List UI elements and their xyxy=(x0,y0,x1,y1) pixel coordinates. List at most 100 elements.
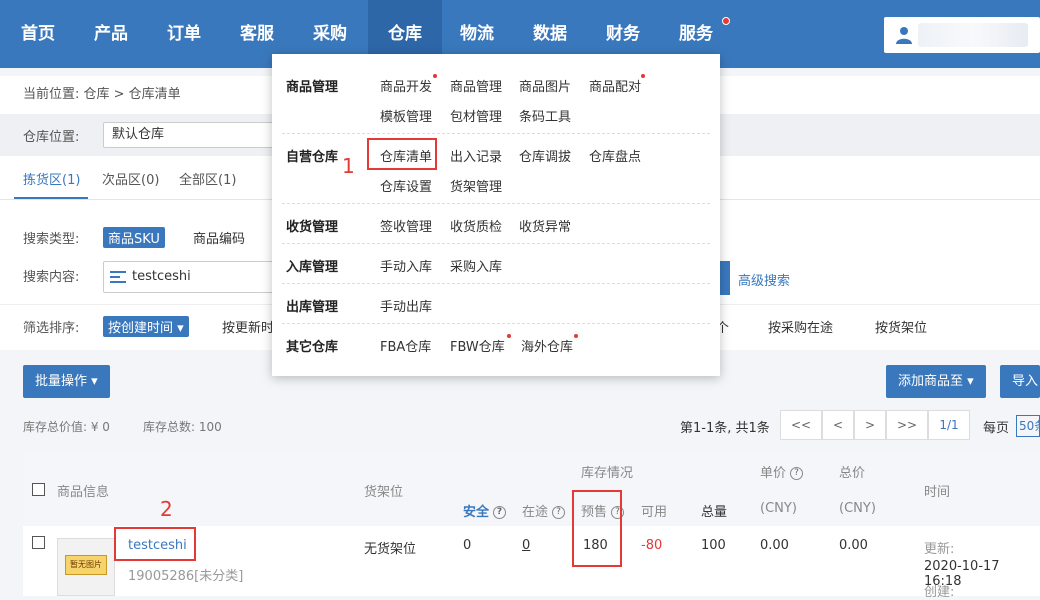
user-icon xyxy=(896,27,912,44)
menu-item-transfer[interactable]: 仓库调拔 xyxy=(519,146,571,165)
per-page-select[interactable]: 50条 xyxy=(1016,415,1040,437)
warehouse-dropdown-menu: 商品管理 商品开发 商品管理 商品图片 商品配对 模板管理 包材管理 条码工具 … xyxy=(272,54,720,376)
sort-by-updated[interactable]: 按更新时 xyxy=(222,317,274,336)
menu-item-manual-outbound[interactable]: 手动出库 xyxy=(380,296,432,315)
nav-home[interactable]: 首页 xyxy=(8,0,68,68)
help-icon[interactable]: ? xyxy=(552,506,566,519)
pager-current[interactable]: 1/1 xyxy=(928,410,970,440)
select-all-checkbox[interactable] xyxy=(32,483,45,496)
menu-item-io-records[interactable]: 出入记录 xyxy=(450,146,502,165)
menu-group-inbound: 入库管理 手动入库 采购入库 xyxy=(282,244,710,284)
menu-item-shelf-manage[interactable]: 货架管理 xyxy=(450,176,502,195)
created-label: 创建: xyxy=(924,585,955,600)
search-type-label: 搜索类型: xyxy=(23,232,80,247)
menu-group-product: 商品管理 商品开发 商品管理 商品图片 商品配对 模板管理 包材管理 条码工具 xyxy=(282,64,710,134)
transit-value[interactable]: 0 xyxy=(522,538,530,553)
search-type-code[interactable]: 商品编码 xyxy=(193,228,245,247)
row-checkbox[interactable] xyxy=(32,536,45,549)
menu-category-outbound: 出库管理 xyxy=(286,300,339,315)
nav-orders[interactable]: 订单 xyxy=(154,0,214,68)
pager-last[interactable]: >> xyxy=(886,410,928,440)
annotation-box-warehouse-list xyxy=(367,138,437,170)
menu-item-barcode-tool[interactable]: 条码工具 xyxy=(519,106,571,125)
menu-item-fbw[interactable]: FBW仓库 xyxy=(450,336,505,355)
menu-item-sign-receipt[interactable]: 签收管理 xyxy=(380,216,432,235)
col-time: 时间 xyxy=(924,485,951,500)
col-total-price: 总价 xyxy=(839,466,866,481)
updated-label: 更新: xyxy=(924,542,955,557)
sort-by-purchase-transit[interactable]: 按采购在途 xyxy=(768,317,833,336)
menu-item-fba[interactable]: FBA仓库 xyxy=(380,336,431,355)
stats-bar: 库存总价值: ¥ 0 库存总数: 100 第1-1条, 共1条 << < > >… xyxy=(0,400,1040,450)
batch-operations-button[interactable]: 批量操作 ▾ xyxy=(23,365,110,398)
menu-group-outbound: 出库管理 手动出库 xyxy=(282,284,710,324)
new-dot xyxy=(433,74,437,78)
menu-category-product: 商品管理 xyxy=(286,80,339,95)
new-dot xyxy=(507,334,511,338)
available-value: -80 xyxy=(641,538,663,553)
no-image-placeholder: 暂无图片 xyxy=(65,555,107,575)
total-value-cell: 100 xyxy=(701,538,726,553)
currency-unit: (CNY) xyxy=(760,501,797,516)
menu-item-manual-inbound[interactable]: 手动入库 xyxy=(380,256,432,275)
product-sku: 19005286[未分类] xyxy=(128,569,244,584)
search-type-sku[interactable]: 商品SKU xyxy=(103,227,165,248)
pager-first[interactable]: << xyxy=(780,410,822,440)
unit-price-label: 单价 xyxy=(760,466,787,481)
total-price-value: 0.00 xyxy=(839,538,868,553)
warehouse-location-label: 仓库位置: xyxy=(23,130,80,145)
help-icon[interactable]: ? xyxy=(493,506,507,519)
tab-all-zones[interactable]: 全部区(1) xyxy=(179,169,236,188)
pager-next[interactable]: > xyxy=(854,410,886,440)
total-count: 库存总数: 100 xyxy=(143,420,222,434)
menu-item-product-dev[interactable]: 商品开发 xyxy=(380,76,432,95)
advanced-search-link[interactable]: 高级搜索 xyxy=(738,270,790,289)
search-input[interactable]: testceshi xyxy=(103,261,283,293)
search-content-label: 搜索内容: xyxy=(23,270,80,285)
menu-group-receiving: 收货管理 签收管理 收货质检 收货异常 xyxy=(282,204,710,244)
tab-picking-zone[interactable]: 拣货区(1) xyxy=(23,169,80,188)
menu-item-qc[interactable]: 收货质检 xyxy=(450,216,502,235)
product-thumbnail: 暂无图片 xyxy=(57,538,115,596)
list-icon xyxy=(110,271,126,283)
menu-item-purchase-inbound[interactable]: 采购入库 xyxy=(450,256,502,275)
menu-item-receipt-exception[interactable]: 收货异常 xyxy=(519,216,571,235)
tab-defect-zone[interactable]: 次品区(0) xyxy=(102,169,159,188)
menu-item-product-images[interactable]: 商品图片 xyxy=(519,76,571,95)
import-button[interactable]: 导入 xyxy=(1000,365,1040,398)
menu-category-inbound: 入库管理 xyxy=(286,260,339,275)
menu-item-warehouse-settings[interactable]: 仓库设置 xyxy=(380,176,432,195)
menu-group-other-warehouse: 其它仓库 FBA仓库 FBW仓库 海外仓库 xyxy=(282,324,710,364)
help-icon[interactable]: ? xyxy=(790,467,804,480)
col-unit-price: 单价? xyxy=(760,462,804,481)
menu-item-product-pairing[interactable]: 商品配对 xyxy=(589,76,641,95)
annotation-number-1: 1 xyxy=(342,154,355,178)
new-dot xyxy=(641,74,645,78)
menu-item-overseas[interactable]: 海外仓库 xyxy=(521,336,573,355)
search-input-value: testceshi xyxy=(132,269,191,284)
transit-label: 在途 xyxy=(522,505,549,520)
menu-item-templates[interactable]: 模板管理 xyxy=(380,106,432,125)
safe-label: 安全 xyxy=(463,505,490,520)
warehouse-select[interactable]: 默认仓库 xyxy=(103,122,283,148)
nav-products[interactable]: 产品 xyxy=(81,0,141,68)
user-menu[interactable] xyxy=(884,17,1040,53)
menu-category-receiving: 收货管理 xyxy=(286,220,339,235)
notification-dot xyxy=(722,17,730,25)
pager-prev[interactable]: < xyxy=(822,410,854,440)
col-product-info: 商品信息 xyxy=(57,485,110,500)
sort-by-shelf[interactable]: 按货架位 xyxy=(875,317,927,336)
active-tab-indicator xyxy=(14,197,88,199)
currency-total: (CNY) xyxy=(839,501,876,516)
per-page-label: 每页 xyxy=(983,421,1010,436)
sort-label: 筛选排序: xyxy=(23,321,80,336)
menu-item-product-manage[interactable]: 商品管理 xyxy=(450,76,502,95)
sort-by-created[interactable]: 按创建时间 ▾ xyxy=(103,316,189,337)
menu-item-stocktaking[interactable]: 仓库盘点 xyxy=(589,146,641,165)
menu-item-packaging[interactable]: 包材管理 xyxy=(450,106,502,125)
annotation-box-product-name xyxy=(114,527,196,561)
col-total: 总量 xyxy=(701,505,728,520)
result-range: 第1-1条, 共1条 xyxy=(680,421,770,436)
col-in-transit: 在途? xyxy=(522,501,566,520)
add-product-to-button[interactable]: 添加商品至 ▾ xyxy=(886,365,986,398)
